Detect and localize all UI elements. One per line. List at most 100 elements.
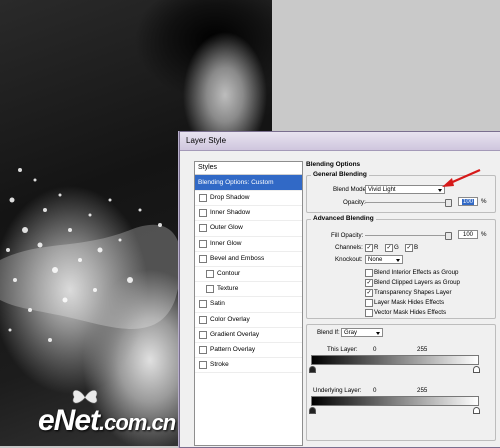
- style-item-label: Pattern Overlay: [210, 345, 256, 353]
- style-item-inner-glow[interactable]: Inner Glow: [195, 237, 302, 252]
- this-layer-white-slider[interactable]: [473, 366, 480, 373]
- blend-interior-label: Blend Interior Effects as Group: [374, 269, 459, 276]
- chevron-down-icon: [376, 332, 380, 335]
- general-blending-title: General Blending: [311, 171, 369, 178]
- style-item-label: Contour: [217, 270, 241, 278]
- style-item-label: Inner Shadow: [210, 209, 251, 217]
- watermark-brand: eNet: [38, 404, 100, 437]
- transparency-shapes-label: Transparency Shapes Layer: [374, 289, 452, 296]
- style-item-pattern-overlay[interactable]: Pattern Overlay: [195, 343, 302, 359]
- blend-mode-select[interactable]: Vivid Light: [365, 185, 445, 194]
- checkbox[interactable]: [199, 300, 207, 309]
- style-item-label: Satin: [210, 300, 225, 308]
- fill-opacity-input[interactable]: 100: [458, 230, 478, 239]
- blend-if-value: Gray: [344, 330, 358, 336]
- channel-r-label: R: [374, 244, 379, 251]
- style-item-label: Stroke: [210, 361, 229, 369]
- checkbox[interactable]: [199, 239, 207, 248]
- checkbox[interactable]: [199, 361, 207, 370]
- style-item-bevel-emboss[interactable]: Bevel and Emboss: [195, 252, 302, 267]
- blend-if-group: Blend If: Gray This Layer: 0 255 Underly…: [306, 324, 496, 441]
- layer-mask-hides-checkbox[interactable]: [365, 299, 373, 307]
- underlying-layer-black-slider[interactable]: [309, 407, 316, 414]
- blend-if-select[interactable]: Gray: [341, 328, 383, 337]
- this-layer-max: 255: [417, 346, 428, 353]
- fill-opacity-label: Fill Opacity:: [331, 232, 364, 239]
- channels-label: Channels:: [335, 244, 363, 251]
- style-item-contour[interactable]: Contour: [195, 267, 302, 283]
- style-item-label: Color Overlay: [210, 315, 250, 323]
- opacity-label: Opacity:: [343, 199, 366, 206]
- this-layer-black-slider[interactable]: [309, 366, 316, 373]
- channel-g-checkbox[interactable]: ✓: [385, 244, 393, 252]
- knockout-select[interactable]: None: [365, 255, 403, 264]
- style-item-label: Gradient Overlay: [210, 330, 260, 338]
- style-item-drop-shadow[interactable]: Drop Shadow: [195, 191, 302, 207]
- style-item-label: Bevel and Emboss: [210, 254, 265, 262]
- opacity-slider-thumb[interactable]: [445, 199, 452, 207]
- style-item-inner-shadow[interactable]: Inner Shadow: [195, 206, 302, 222]
- style-item-label: Texture: [217, 285, 239, 293]
- style-item-blending-options[interactable]: Blending Options: Custom: [195, 175, 302, 191]
- vector-mask-hides-label: Vector Mask Hides Effects: [374, 309, 447, 316]
- checkbox[interactable]: [199, 330, 207, 339]
- blend-interior-checkbox[interactable]: [365, 269, 373, 277]
- this-layer-gradient[interactable]: [311, 355, 479, 365]
- channel-b-label: B: [414, 244, 419, 251]
- opacity-input[interactable]: 100: [458, 197, 478, 206]
- style-item-label: Inner Glow: [210, 239, 242, 247]
- checkbox[interactable]: [199, 315, 207, 324]
- blend-mode-label: Blend Mode:: [333, 186, 368, 193]
- vector-mask-hides-checkbox[interactable]: [365, 309, 373, 317]
- style-item-gradient-overlay[interactable]: Gradient Overlay: [195, 328, 302, 343]
- style-item-stroke[interactable]: Stroke: [195, 358, 302, 374]
- blend-if-label: Blend If:: [317, 329, 340, 336]
- style-item-satin[interactable]: Satin: [195, 297, 302, 313]
- checkbox[interactable]: [206, 270, 214, 279]
- dialog-title: Layer Style: [180, 132, 500, 151]
- style-item-label: Drop Shadow: [210, 194, 250, 202]
- checkbox[interactable]: [199, 224, 207, 233]
- styles-header[interactable]: Styles: [195, 162, 302, 175]
- fill-opacity-slider-thumb[interactable]: [445, 232, 452, 240]
- style-item-label: Blending Options: Custom: [198, 178, 274, 186]
- fill-opacity-slider[interactable]: [365, 232, 452, 240]
- underlying-layer-max: 255: [417, 387, 428, 394]
- watermark-suffix: .com.cn: [99, 410, 176, 435]
- blend-mode-value: Vivid Light: [368, 187, 396, 193]
- knockout-label: Knockout:: [335, 256, 363, 263]
- opacity-unit: %: [481, 198, 487, 205]
- this-layer-min: 0: [373, 346, 377, 353]
- checkbox[interactable]: [199, 345, 207, 354]
- checkbox[interactable]: [206, 285, 214, 294]
- transparency-shapes-checkbox[interactable]: ✓: [365, 289, 373, 297]
- underlying-layer-gradient[interactable]: [311, 396, 479, 406]
- underlying-layer-min: 0: [373, 387, 377, 394]
- fill-opacity-unit: %: [481, 231, 487, 238]
- style-item-color-overlay[interactable]: Color Overlay: [195, 313, 302, 328]
- channel-b-checkbox[interactable]: ✓: [405, 244, 413, 252]
- opacity-value: 100: [461, 199, 474, 205]
- checkbox[interactable]: [199, 254, 207, 263]
- advanced-blending-title: Advanced Blending: [311, 215, 376, 222]
- opacity-slider[interactable]: [365, 199, 452, 207]
- style-item-texture[interactable]: Texture: [195, 282, 302, 298]
- watermark-logo: eNet.com.cn: [38, 404, 176, 438]
- styles-list: Styles Blending Options: Custom Drop Sha…: [194, 161, 303, 446]
- channel-g-label: G: [394, 244, 399, 251]
- checkbox[interactable]: [199, 194, 207, 203]
- chevron-down-icon: [396, 259, 400, 262]
- style-item-outer-glow[interactable]: Outer Glow: [195, 221, 302, 237]
- blend-clipped-checkbox[interactable]: ✓: [365, 279, 373, 287]
- style-item-label: Outer Glow: [210, 224, 243, 232]
- blend-clipped-label: Blend Clipped Layers as Group: [374, 279, 460, 286]
- red-arrow-annotation: [442, 168, 481, 187]
- knockout-value: None: [368, 257, 383, 263]
- this-layer-label: This Layer:: [327, 346, 358, 353]
- checkbox[interactable]: [199, 209, 207, 218]
- underlying-layer-label: Underlying Layer:: [313, 387, 362, 394]
- underlying-layer-white-slider[interactable]: [473, 407, 480, 414]
- blending-options-title: Blending Options: [306, 161, 361, 168]
- layer-mask-hides-label: Layer Mask Hides Effects: [374, 299, 445, 306]
- channel-r-checkbox[interactable]: ✓: [365, 244, 373, 252]
